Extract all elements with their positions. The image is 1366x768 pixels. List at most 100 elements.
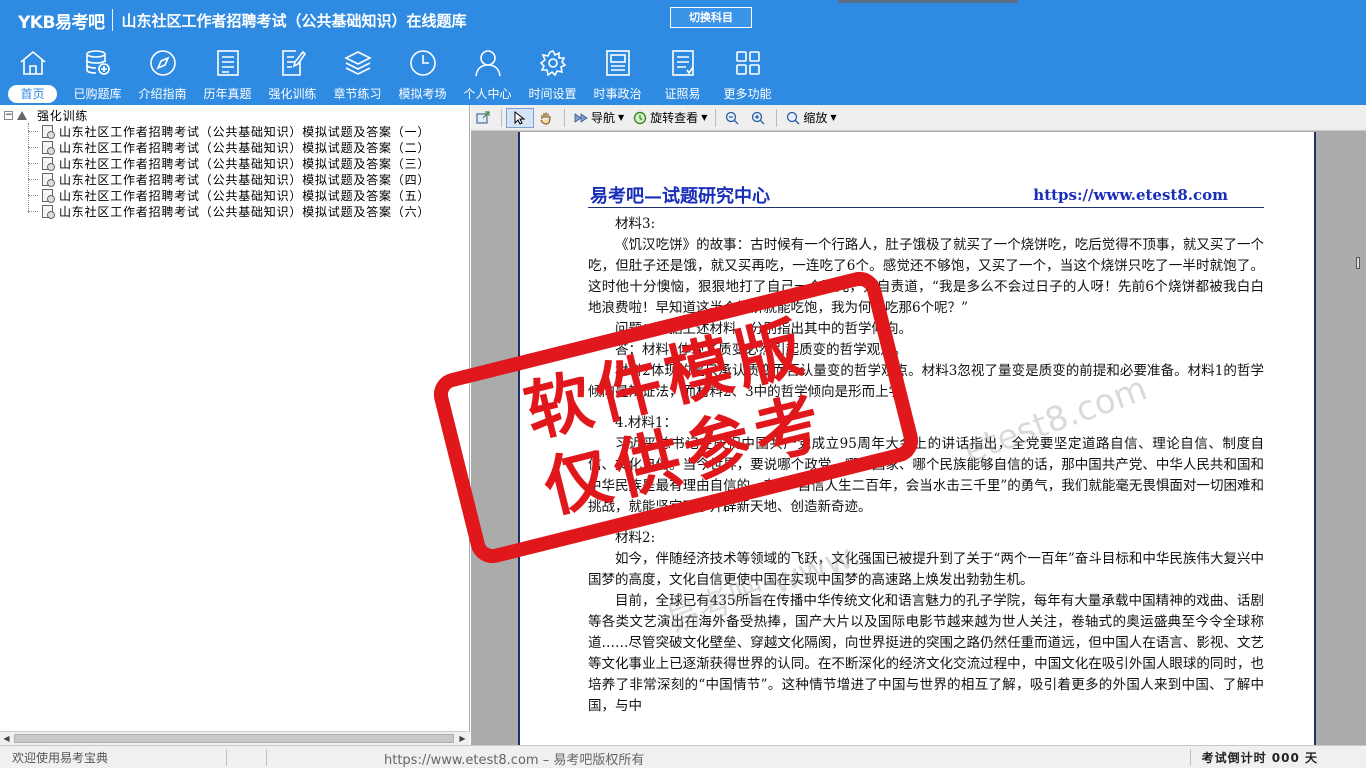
tree-item[interactable]: 山东社区工作者招聘考试（公共基础知识）模拟试题及答案（五） bbox=[4, 187, 430, 203]
tree-item-label: 山东社区工作者招聘考试（公共基础知识）模拟试题及答案（二） bbox=[59, 140, 431, 155]
certificate-icon bbox=[666, 46, 700, 80]
nav-certificate[interactable]: 证照易 bbox=[650, 46, 715, 104]
toolbar-separator bbox=[776, 108, 778, 127]
document-icon bbox=[42, 124, 55, 139]
nav-label: 已购题库 bbox=[73, 87, 122, 101]
select-tool-button[interactable] bbox=[506, 107, 534, 128]
title-bar: YKB易考吧 山东社区工作者招聘考试（公共基础知识）在线题库 bbox=[0, 0, 466, 40]
zoom-in-icon bbox=[752, 111, 765, 124]
rotate-icon bbox=[633, 111, 647, 124]
layers-icon bbox=[341, 46, 375, 80]
nav-intensive[interactable]: 强化训练 bbox=[260, 46, 325, 104]
zoom-label: 缩放 bbox=[803, 111, 828, 125]
status-bar: 欢迎使用易考宝典 https://www.etest8.com – 易考吧版权所… bbox=[0, 745, 1366, 768]
document-page: 易考吧—试题研究中心 https://www.etest8.com 材料3: 《… bbox=[518, 132, 1316, 745]
page-header: 易考吧—试题研究中心 https://www.etest8.com bbox=[588, 180, 1264, 208]
cursor-icon bbox=[514, 110, 526, 125]
switch-subject-button[interactable]: 切换科目 bbox=[670, 7, 752, 28]
rotate-button[interactable]: 旋转查看 ▼ bbox=[628, 108, 711, 128]
compass-icon bbox=[146, 46, 180, 80]
tree-item-label: 山东社区工作者招聘考试（公共基础知识）模拟试题及答案（四） bbox=[59, 172, 431, 187]
tree-item[interactable]: 山东社区工作者招聘考试（公共基础知识）模拟试题及答案（二） bbox=[4, 139, 430, 155]
navigate-button[interactable]: 导航 ▼ bbox=[569, 108, 628, 128]
nav-past-exams[interactable]: 历年真题 bbox=[195, 46, 260, 104]
export-button[interactable] bbox=[471, 108, 497, 128]
user-icon bbox=[471, 46, 505, 80]
tree-root-label: 强化训练 bbox=[37, 108, 89, 123]
edit-doc-icon bbox=[276, 46, 310, 80]
nav-label: 强化训练 bbox=[268, 87, 317, 101]
nav-label: 更多功能 bbox=[723, 87, 772, 101]
nav-current-affairs[interactable]: 时事政治 bbox=[585, 46, 650, 104]
nav-chapter[interactable]: 章节练习 bbox=[325, 46, 390, 104]
toolbar-separator bbox=[564, 108, 565, 127]
hand-icon bbox=[540, 112, 551, 125]
chevron-down-icon: ▼ bbox=[701, 113, 708, 122]
folder-icon bbox=[17, 110, 27, 120]
zoom-in-button[interactable] bbox=[746, 108, 772, 128]
status-divider bbox=[266, 749, 267, 766]
nav-label: 模拟考场 bbox=[398, 87, 447, 101]
tree-item[interactable]: 山东社区工作者招聘考试（公共基础知识）模拟试题及答案（四） bbox=[4, 171, 430, 187]
nav-more[interactable]: 更多功能 bbox=[715, 46, 780, 104]
app-title: 山东社区工作者招聘考试（公共基础知识）在线题库 bbox=[121, 11, 467, 30]
nav-label: 历年真题 bbox=[203, 87, 252, 101]
paragraph: 材料2体现的是只承认质变而否认量变的哲学观点。材料3忽视了量变是质变的前提和必要… bbox=[588, 363, 1264, 400]
toolbar-separator bbox=[501, 108, 502, 127]
tree-item-label: 山东社区工作者招聘考试（公共基础知识）模拟试题及答案（六） bbox=[59, 204, 431, 219]
top-strip bbox=[838, 0, 1018, 3]
toolbar-separator bbox=[715, 108, 717, 127]
tree-horizontal-scrollbar[interactable]: ◀ ▶ bbox=[0, 731, 470, 745]
clock-icon bbox=[406, 46, 440, 80]
document-icon bbox=[42, 188, 55, 203]
nav-time-settings[interactable]: 时间设置 bbox=[520, 46, 585, 104]
export-icon bbox=[476, 110, 490, 124]
page-scroll-indicator[interactable] bbox=[1356, 257, 1360, 269]
tree-item-label: 山东社区工作者招聘考试（公共基础知识）模拟试题及答案（三） bbox=[59, 156, 431, 171]
page-header-title: 易考吧—试题研究中心 bbox=[590, 186, 770, 207]
nav-label: 个人中心 bbox=[463, 87, 512, 101]
paragraph: 材料2: bbox=[615, 530, 656, 546]
database-icon bbox=[81, 46, 115, 80]
paragraph: 4.材料1： bbox=[615, 415, 677, 431]
document-icon bbox=[42, 204, 55, 219]
scroll-thumb[interactable] bbox=[14, 734, 454, 743]
chevron-down-icon: ▼ bbox=[618, 113, 625, 122]
navigate-icon bbox=[574, 112, 588, 123]
hand-tool-button[interactable] bbox=[534, 108, 560, 128]
zoom-out-icon bbox=[726, 111, 739, 124]
paragraph: 目前，全球已有435所旨在传播中华传统文化和语言魅力的孔子学院，每年有大量承载中… bbox=[588, 593, 1264, 714]
nav-label: 介绍指南 bbox=[138, 87, 187, 101]
scroll-left-icon[interactable]: ◀ bbox=[2, 734, 11, 743]
tree-item-label: 山东社区工作者招聘考试（公共基础知识）模拟试题及答案（一） bbox=[59, 124, 431, 139]
paragraph: 材料3: bbox=[615, 216, 656, 232]
paragraph: 习近平总书记在庆祝中国共产党成立95周年大会上的讲话指出，全党要坚定道路自信、理… bbox=[588, 436, 1264, 515]
tree-item[interactable]: 山东社区工作者招聘考试（公共基础知识）模拟试题及答案（三） bbox=[4, 155, 430, 171]
app-header: YKB易考吧 山东社区工作者招聘考试（公共基础知识）在线题库 切换科目 首页 已… bbox=[0, 0, 1366, 105]
nav-purchased[interactable]: 已购题库 bbox=[65, 46, 130, 104]
document-icon bbox=[42, 172, 55, 187]
status-divider bbox=[1190, 749, 1191, 766]
zoom-out-button[interactable] bbox=[720, 108, 746, 128]
welcome-text: 欢迎使用易考宝典 bbox=[12, 751, 109, 765]
nav-profile[interactable]: 个人中心 bbox=[455, 46, 520, 104]
nav-label: 证照易 bbox=[664, 87, 701, 101]
nav-home[interactable]: 首页 bbox=[0, 46, 65, 104]
document-icon bbox=[42, 156, 55, 171]
zoom-menu-button[interactable]: 缩放 ▼ bbox=[781, 108, 840, 128]
tree-root[interactable]: − 强化训练 bbox=[4, 107, 430, 123]
paragraph: 如今，伴随经济技术等领域的飞跃，文化强国已被提升到了关于“两个一百年”奋斗目标和… bbox=[588, 551, 1264, 588]
nav-mock-exam[interactable]: 模拟考场 bbox=[390, 46, 455, 104]
scroll-right-icon[interactable]: ▶ bbox=[458, 734, 467, 743]
collapse-icon[interactable]: − bbox=[4, 110, 13, 120]
document-icon bbox=[42, 140, 55, 155]
nav-label: 时事政治 bbox=[593, 87, 642, 101]
viewer-toolbar: 导航 ▼ 旋转查看 ▼ 缩放 ▼ bbox=[471, 105, 1366, 131]
tree-item[interactable]: 山东社区工作者招聘考试（公共基础知识）模拟试题及答案（六） bbox=[4, 203, 430, 219]
nav-label: 章节练习 bbox=[333, 87, 382, 101]
magnifier-icon bbox=[787, 111, 800, 124]
copyright-text: https://www.etest8.com – 易考吧版权所有 bbox=[384, 753, 645, 768]
nav-guide[interactable]: 介绍指南 bbox=[130, 46, 195, 104]
tree-item[interactable]: 山东社区工作者招聘考试（公共基础知识）模拟试题及答案（一） bbox=[4, 123, 430, 139]
nav-label: 时间设置 bbox=[528, 87, 577, 101]
